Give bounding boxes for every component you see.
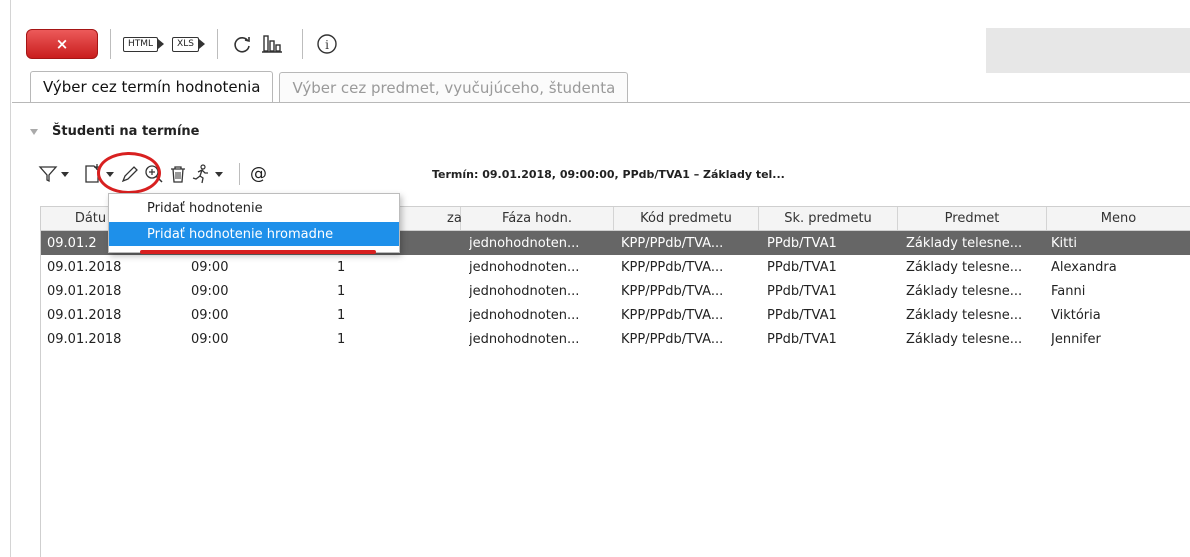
students-table: Dátu za Fáza hodn. Kód predmetu Sk. pred… — [40, 206, 1190, 557]
cell-subject-short: PPdb/TVA1 — [767, 331, 837, 347]
tab-by-subject-teacher-student[interactable]: Výber cez predmet, vyučujúceho, študenta — [279, 72, 629, 102]
cell-subject-code: KPP/PPdb/TVA... — [621, 307, 724, 323]
email-at-icon[interactable]: @ — [250, 161, 267, 187]
cell-evaluation-phase: jednohodnoten... — [469, 283, 580, 299]
section-header[interactable]: Študenti na termíne — [30, 124, 199, 139]
cell-subject-code: KPP/PPdb/TVA... — [621, 259, 724, 275]
cell-attempt: 1 — [337, 307, 346, 323]
cell-time: 09:00 — [191, 259, 229, 275]
info-label: i — [325, 38, 329, 52]
table-row[interactable]: 09.01.2018 09:00 1 jednohodnoten... KPP/PPdb… — [41, 327, 1190, 351]
cell-name: Jennifer — [1051, 331, 1101, 347]
export-xls-button[interactable]: XLS — [172, 36, 205, 52]
tab-by-evaluation-term[interactable]: Výber cez termín hodnotenia — [30, 71, 274, 102]
add-document-icon[interactable] — [83, 161, 103, 187]
table-toolbar: @ — [38, 160, 267, 188]
add-evaluation-menu: Pridať hodnotenie Pridať hodnotenie hrom… — [108, 193, 400, 253]
cell-subject-code: KPP/PPdb/TVA... — [621, 235, 724, 251]
menu-item-add-evaluation-bulk[interactable]: Pridať hodnotenie hromadne — [109, 222, 399, 246]
table-row[interactable]: 09.01.2018 09:00 1 jednohodnoten... KPP/PPdb… — [41, 303, 1190, 327]
actions-dropdown-caret-icon[interactable] — [215, 171, 223, 177]
toolbar-search-area[interactable] — [986, 28, 1190, 73]
export-html-button[interactable]: HTML — [123, 36, 165, 52]
table-row[interactable]: 09.01.2018 09:00 1 jednohodnoten... KPP/PPdb… — [41, 279, 1190, 303]
cell-subject-short: PPdb/TVA1 — [767, 283, 837, 299]
cell-subject: Základy telesne... — [906, 283, 1023, 299]
annotation-red-underline — [140, 250, 376, 254]
cell-name: Fanni — [1051, 283, 1086, 299]
cell-evaluation-phase: jednohodnoten... — [469, 331, 580, 347]
term-info-label: Termín: 09.01.2018, 09:00:00, PPdb/TVA1 … — [432, 168, 785, 181]
cell-subject: Základy telesne... — [906, 307, 1023, 323]
toolbar-separator — [216, 29, 218, 59]
toolbar-separator — [110, 29, 111, 59]
cell-time: 09:00 — [191, 307, 229, 323]
cell-subject: Základy telesne... — [906, 331, 1023, 347]
tabs-divider — [12, 102, 1190, 103]
column-header-subject-code[interactable]: Kód predmetu — [614, 207, 759, 230]
filter-icon[interactable] — [38, 161, 58, 187]
delete-trash-icon[interactable] — [168, 161, 188, 187]
cell-evaluation-phase: jednohodnoten... — [469, 307, 580, 323]
collapse-arrow-icon[interactable] — [30, 128, 38, 135]
filter-dropdown-caret-icon[interactable] — [61, 171, 69, 177]
cell-date: 09.01.2018 — [47, 307, 122, 323]
cell-subject: Základy telesne... — [906, 259, 1023, 275]
menu-item-add-evaluation[interactable]: Pridať hodnotenie — [109, 196, 399, 220]
cell-subject-code: KPP/PPdb/TVA... — [621, 331, 724, 347]
cell-attempt: 1 — [337, 283, 346, 299]
running-person-icon[interactable] — [190, 161, 212, 187]
table-row[interactable]: 09.01.2018 09:00 1 jednohodnoten... KPP/PPdb… — [41, 255, 1190, 279]
cell-date: 09.01.2018 — [47, 259, 122, 275]
add-dropdown-caret-icon[interactable] — [106, 171, 114, 177]
column-header-subject-short[interactable]: Sk. predmetu — [759, 207, 898, 230]
toolbar-separator — [239, 163, 240, 185]
column-header-name[interactable]: Meno — [1047, 207, 1190, 230]
column-header-evaluation-phase[interactable]: Fáza hodn. — [461, 207, 614, 230]
cell-subject-code: KPP/PPdb/TVA... — [621, 283, 724, 299]
cell-time: 09:00 — [191, 283, 229, 299]
hierarchy-icon[interactable] — [260, 32, 284, 56]
cell-evaluation-phase: jednohodnoten... — [469, 235, 580, 251]
toolbar-separator — [301, 29, 303, 59]
close-button[interactable]: × — [26, 29, 98, 59]
column-header-subject[interactable]: Predmet — [898, 207, 1047, 230]
cell-evaluation-phase: jednohodnoten... — [469, 259, 580, 275]
zoom-in-icon[interactable] — [144, 161, 164, 187]
cell-attempt: 1 — [337, 259, 346, 275]
cell-time: 09:00 — [191, 331, 229, 347]
cell-attempt: 1 — [337, 331, 346, 347]
cell-date: 09.01.2 — [47, 235, 97, 251]
info-icon[interactable]: i — [315, 32, 339, 56]
main-toolbar: × HTML XLS i — [26, 24, 345, 64]
cell-subject-short: PPdb/TVA1 — [767, 259, 837, 275]
edit-pencil-icon[interactable] — [120, 161, 140, 187]
tab-bar: Výber cez termín hodnotenia Výber cez pr… — [30, 71, 634, 102]
cell-name: Viktória — [1051, 307, 1101, 323]
cell-name: Kitti — [1051, 235, 1077, 251]
cell-subject-short: PPdb/TVA1 — [767, 235, 837, 251]
cell-subject: Základy telesne... — [906, 235, 1023, 251]
cell-name: Alexandra — [1051, 259, 1117, 275]
window-left-border — [10, 0, 11, 557]
cell-date: 09.01.2018 — [47, 331, 122, 347]
cell-subject-short: PPdb/TVA1 — [767, 307, 837, 323]
cell-date: 09.01.2018 — [47, 283, 122, 299]
section-title: Študenti na termíne — [52, 124, 200, 139]
refresh-icon[interactable] — [230, 32, 254, 56]
